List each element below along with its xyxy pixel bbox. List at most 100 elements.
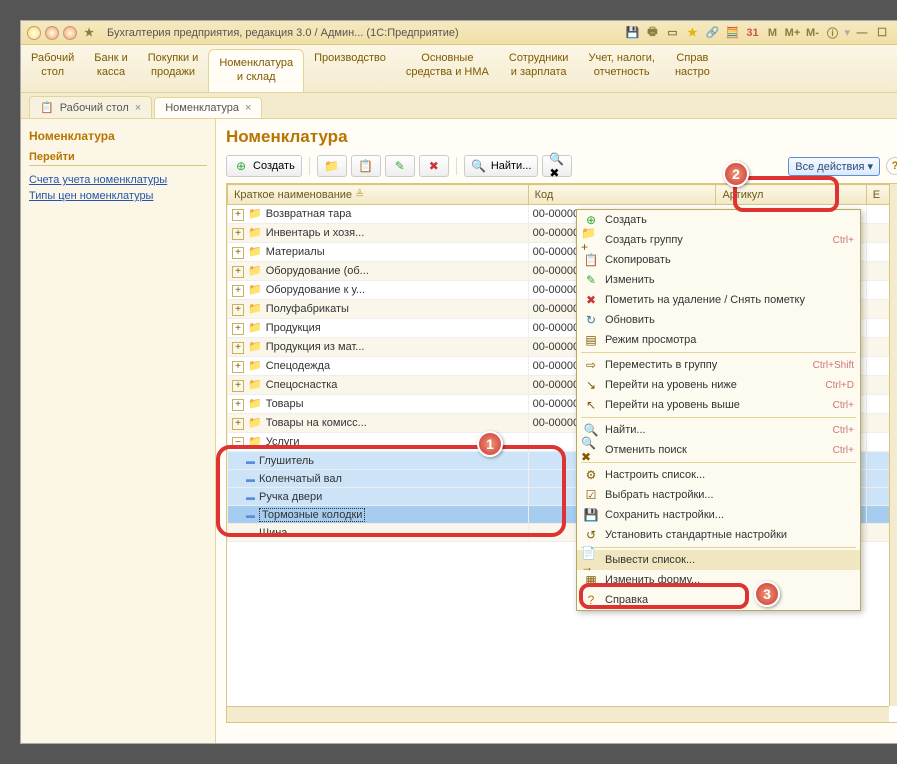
m-plus-btn[interactable]: M+ [784, 25, 800, 41]
menu-shortcut: Ctrl+ [833, 425, 854, 436]
info-icon[interactable]: ⓘ [824, 25, 840, 41]
page-title: Номенклатура [226, 127, 897, 147]
expander-icon[interactable]: + [232, 342, 244, 354]
menu-item[interactable]: ⇨Переместить в группуCtrl+Shift [577, 355, 860, 375]
create-button[interactable]: ⊕ Создать [226, 155, 302, 177]
menu-item[interactable]: 📋Скопировать [577, 250, 860, 270]
close-icon[interactable]: × [245, 102, 251, 114]
col-article[interactable]: Артикул [716, 185, 866, 205]
menu-item[interactable]: ☑Выбрать настройки... [577, 485, 860, 505]
menu-item[interactable]: ?Справка [577, 590, 860, 610]
menu-item[interactable]: ▤Режим просмотра [577, 330, 860, 350]
nav-item-4[interactable]: Производство [304, 45, 396, 92]
menu-item[interactable]: ✎Изменить [577, 270, 860, 290]
col-code[interactable]: Код [528, 185, 716, 205]
delete-button[interactable]: ✖ [419, 155, 449, 177]
sidebar-link-accounts[interactable]: Счета учета номенклатуры [29, 172, 207, 188]
menu-icon: ↖ [581, 398, 601, 412]
menu-item[interactable]: 📄→Вывести список... [577, 550, 860, 570]
menu-item[interactable]: 🔍✖Отменить поискCtrl+ [577, 440, 860, 460]
m-minus-btn[interactable]: M- [804, 25, 820, 41]
link-icon[interactable]: 🔗 [704, 25, 720, 41]
find-button[interactable]: 🔍 Найти... [464, 155, 539, 177]
expander-icon[interactable]: + [232, 266, 244, 278]
expander-icon[interactable]: + [232, 399, 244, 411]
expander-icon[interactable]: + [232, 418, 244, 430]
minimize-btn[interactable]: — [854, 25, 870, 41]
nav-item-6[interactable]: Сотрудникии зарплата [499, 45, 579, 92]
maximize-btn[interactable]: ☐ [874, 25, 890, 41]
folder-icon: 📁 [248, 322, 262, 334]
menu-item[interactable]: ✖Пометить на удаление / Снять пометку [577, 290, 860, 310]
expander-icon[interactable]: − [232, 437, 244, 449]
calendar-icon[interactable]: 31 [744, 25, 760, 41]
close-icon[interactable]: × [135, 102, 141, 114]
menu-item[interactable]: ↖Перейти на уровень вышеCtrl+ [577, 395, 860, 415]
chevron-down-icon: ▾ [867, 160, 873, 173]
menu-icon: ▤ [581, 333, 601, 347]
vertical-scrollbar[interactable] [889, 184, 897, 706]
horizontal-scrollbar[interactable] [227, 706, 889, 722]
nav-item-7[interactable]: Учет, налоги,отчетность [578, 45, 664, 92]
create-folder-button[interactable]: 📁 [317, 155, 347, 177]
menu-icon: ☑ [581, 488, 601, 502]
edit-button[interactable]: ✎ [385, 155, 415, 177]
menu-icon: ↺ [581, 528, 601, 542]
nav-item-0[interactable]: Рабочийстол [21, 45, 84, 92]
nav-item-5[interactable]: Основныесредства и НМА [396, 45, 499, 92]
folder-icon: 📁 [248, 417, 262, 429]
menu-item[interactable]: ↘Перейти на уровень нижеCtrl+D [577, 375, 860, 395]
menu-item[interactable]: 🔍Найти...Ctrl+ [577, 420, 860, 440]
menu-label: Настроить список... [601, 469, 854, 481]
expander-icon[interactable]: + [232, 361, 244, 373]
nav-fwd-icon[interactable] [63, 26, 77, 40]
tab-desktop[interactable]: 📋 Рабочий стол × [29, 96, 152, 118]
print-icon[interactable]: 🖶 [644, 25, 660, 41]
expander-icon[interactable]: + [232, 228, 244, 240]
menu-icon: 📋 [581, 253, 601, 267]
menu-label: Перейти на уровень ниже [601, 379, 825, 391]
menu-label: Найти... [601, 424, 833, 436]
menu-icon: ▦ [581, 573, 601, 587]
menu-item[interactable]: 📁+Создать группуCtrl+ [577, 230, 860, 250]
star-icon[interactable]: ★ [684, 25, 700, 41]
menu-item[interactable]: 💾Сохранить настройки... [577, 505, 860, 525]
menu-item[interactable]: ↺Установить стандартные настройки [577, 525, 860, 545]
annotation-badge-3: 3 [754, 581, 780, 607]
expander-icon[interactable]: + [232, 247, 244, 259]
col-name[interactable]: Краткое наименование ≜ [228, 185, 529, 205]
favorite-icon[interactable]: ★ [81, 25, 97, 41]
menu-item[interactable]: ▦Изменить форму... [577, 570, 860, 590]
help-icon[interactable]: ? [886, 157, 897, 175]
expander-icon[interactable]: + [232, 209, 244, 221]
preview-icon[interactable]: ▭ [664, 25, 680, 41]
tab-nomenclature[interactable]: Номенклатура × [154, 97, 262, 118]
menu-separator [581, 547, 856, 548]
expander-icon[interactable]: + [232, 380, 244, 392]
menu-item[interactable]: ⊕Создать [577, 210, 860, 230]
menu-separator [581, 417, 856, 418]
save-icon[interactable]: 💾 [624, 25, 640, 41]
tabbar: 📋 Рабочий стол × Номенклатура × [21, 93, 897, 119]
nav-back-icon[interactable] [45, 26, 59, 40]
menu-icon: 📄→ [581, 546, 601, 574]
sidebar-link-pricetypes[interactable]: Типы цен номенклатуры [29, 188, 207, 204]
all-actions-button[interactable]: Все действия ▾ [788, 157, 880, 176]
nav-item-1[interactable]: Банк икасса [84, 45, 137, 92]
calc-icon[interactable]: 🧮 [724, 25, 740, 41]
expander-icon[interactable]: + [232, 304, 244, 316]
m-btn[interactable]: M [764, 25, 780, 41]
menu-item[interactable]: ↻Обновить [577, 310, 860, 330]
cancel-find-button[interactable]: 🔍✖ [542, 155, 572, 177]
menu-item[interactable]: ⚙Настроить список... [577, 465, 860, 485]
expander-icon[interactable]: + [232, 285, 244, 297]
nav-item-2[interactable]: Покупки ипродажи [138, 45, 209, 92]
menu-icon: 🔍✖ [581, 436, 601, 464]
copy-button[interactable]: 📋 [351, 155, 381, 177]
nav-item-3[interactable]: Номенклатураи склад [208, 49, 304, 92]
item-icon: ▬ [246, 528, 255, 538]
expander-icon[interactable]: + [232, 323, 244, 335]
nav-item-8[interactable]: Справнастро [665, 45, 720, 92]
menu-icon: 📁+ [581, 226, 601, 254]
main-nav: РабочийстолБанк икассаПокупки ипродажиНо… [21, 45, 897, 93]
